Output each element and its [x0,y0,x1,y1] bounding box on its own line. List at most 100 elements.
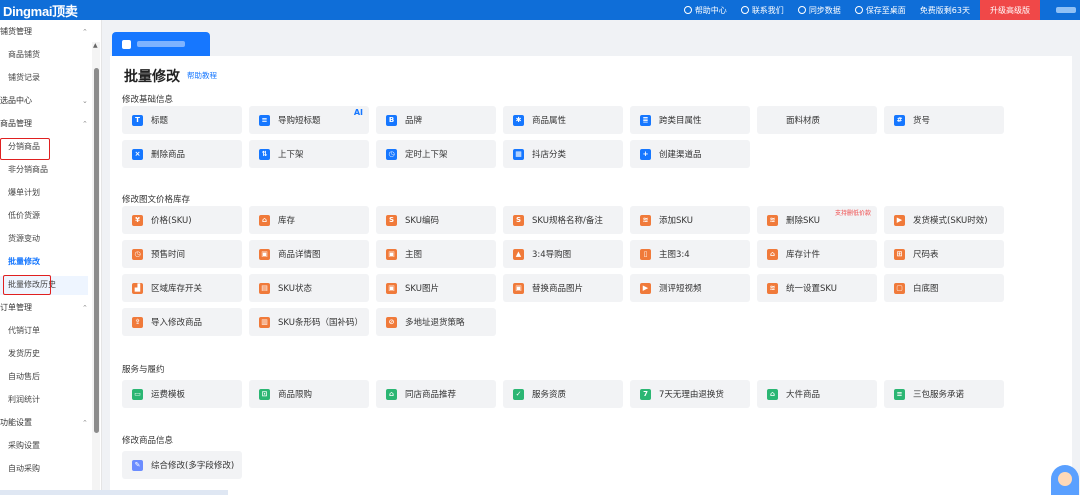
store-icon [122,39,131,49]
edit-option-card[interactable]: ▯ 主图3:4 [630,240,750,268]
edit-option-card[interactable]: T 标题 [122,106,242,134]
edit-option-card[interactable]: ▶ 测评短视频 [630,274,750,302]
topnav-item-4[interactable]: 免费版剩63天 [920,5,970,16]
edit-option-card[interactable]: ⊞ 尺码表 [884,240,1004,268]
edit-option-card[interactable]: ▢ 白底图 [884,274,1004,302]
edit-option-card[interactable]: 面料材质 [757,106,877,134]
edit-option-card[interactable]: ◷ 定时上下架 [376,140,496,168]
edit-option-card[interactable]: ▟ 区域库存开关 [122,274,242,302]
edit-option-card[interactable]: ⌂ 大件商品 [757,380,877,408]
edit-option-card[interactable]: ≋ 删除SKU 支持删低价款 [757,206,877,234]
sidebar-item[interactable]: 低价货源 [0,204,101,227]
edit-option-card[interactable]: ▣ SKU图片 [376,274,496,302]
sidebar-item[interactable]: 商品铺货 [0,43,101,66]
edit-option-card[interactable]: ✱ 商品属性 [503,106,623,134]
stock-icon: ⌂ [259,214,270,226]
scroll-up-arrow-icon[interactable]: ▲ [93,42,98,49]
edit-option-card[interactable]: ✓ 服务资质 [503,380,623,408]
edit-option-label: 库存 [278,216,296,226]
edit-option-label: 大件商品 [786,390,821,400]
edit-option-card[interactable]: ≋ 统一设置SKU [757,274,877,302]
edit-option-card[interactable]: ≡ 导购短标题 AI [249,106,369,134]
sidebar-label: 货源变动 [8,234,40,243]
sidebar-scrollbar-thumb[interactable] [94,68,99,433]
edit-option-card[interactable]: × 删除商品 [122,140,242,168]
batch-edit-panel: 批量修改 帮助教程 修改基础信息 T 标题 ≡ 导购短标题 AI B 品牌 ✱ 商品属性 ≣ 跨类目属… [110,56,1072,495]
sidebar-item[interactable]: 非分销商品 [0,158,101,181]
sidebar-item[interactable]: 采购设置 [0,434,101,457]
edit-option-card[interactable]: ▣ 主图 [376,240,496,268]
edit-option-label: 货号 [913,116,931,126]
edit-option-card[interactable]: 7 7天无理由退换货 [630,380,750,408]
support-avatar-icon[interactable] [1051,465,1079,495]
edit-option-card[interactable]: ⌂ 库存计件 [757,240,877,268]
top-nav: 帮助中心 联系我们 同步数据 保存至桌面 免费版剩63天 [670,0,970,20]
edit-option-card[interactable]: B 品牌 [376,106,496,134]
brand-icon: B [386,114,397,126]
edit-option-card[interactable]: + 创建渠道品 [630,140,750,168]
edit-option-label: 同店商品推荐 [405,390,457,400]
sidebar-item[interactable]: 爆单计划 [0,181,101,204]
edit-option-card[interactable]: ▭ 运费模板 [122,380,242,408]
edit-option-card[interactable]: ▤ SKU状态 [249,274,369,302]
edit-option-label: 商品限购 [278,390,313,400]
edit-option-label: 主图3:4 [659,250,690,260]
sidebar-group[interactable]: 选品中心 ⌄ [0,89,101,112]
edit-option-card[interactable]: ⊘ 多地址退货策略 [376,308,496,336]
edit-option-label: 面料材质 [786,116,821,126]
edit-option-card[interactable]: ⇅ 上下架 [249,140,369,168]
upgrade-button[interactable]: 升级高级版 [980,0,1040,20]
white-bg-image-icon: ▢ [894,282,905,294]
edit-option-card[interactable]: ✎ 综合修改(多字段修改) [122,451,242,479]
topnav-item-0[interactable]: 帮助中心 [683,5,727,16]
edit-option-card[interactable]: ⊡ 商品限购 [249,380,369,408]
edit-option-card[interactable]: ◷ 预售时间 [122,240,242,268]
topnav-item-2[interactable]: 同步数据 [797,5,841,16]
edit-option-card[interactable]: ⌂ 库存 [249,206,369,234]
category-icon: ▦ [513,148,524,160]
help-tutorial-link[interactable]: 帮助教程 [187,70,217,81]
sidebar-item[interactable]: 批量修改 [0,250,101,273]
edit-option-card[interactable]: ≋ 添加SKU [630,206,750,234]
edit-option-card[interactable]: ▲ 3:4导购图 [503,240,623,268]
edit-option-card[interactable]: ▥ SKU条形码（国补码） [249,308,369,336]
sidebar-group[interactable]: 订单管理 ⌃ [0,296,101,319]
edit-option-card[interactable]: ▣ 替换商品图片 [503,274,623,302]
sidebar-item[interactable]: 货源变动 [0,227,101,250]
sidebar-item[interactable]: 利润统计 [0,388,101,411]
edit-option-card[interactable]: S SKU编码 [376,206,496,234]
sidebar-item[interactable]: 铺货记录 [0,66,101,89]
sidebar-item[interactable]: 自动售后 [0,365,101,388]
sidebar-group[interactable]: 商品管理 ⌃ [0,112,101,135]
import-icon: ⇪ [132,316,143,328]
sidebar-group[interactable]: 功能设置 ⌃ [0,411,101,434]
edit-option-card[interactable]: ≡ 三包服务承诺 [884,380,1004,408]
edit-option-card[interactable]: ▣ 商品详情图 [249,240,369,268]
app-logo[interactable]: Dingmai顶卖 [0,1,78,20]
edit-option-card[interactable]: S SKU规格名称/备注 [503,206,623,234]
user-account[interactable] [1056,7,1076,13]
topnav-item-3[interactable]: 保存至桌面 [854,5,906,16]
edit-option-label: 上下架 [278,150,304,160]
refresh-icon [797,6,806,14]
edit-option-card[interactable]: ⌂ 同店商品推荐 [376,380,496,408]
sidebar-group[interactable]: 铺货管理 ⌃ [0,20,101,43]
edit-option-card[interactable]: ▦ 抖店分类 [503,140,623,168]
shipping-icon: ▶ [894,214,905,226]
edit-option-label: 多地址退货策略 [405,318,465,328]
edit-option-card[interactable]: ≣ 跨类目属性 [630,106,750,134]
tab-store[interactable] [112,32,210,56]
horizontal-scrollbar[interactable] [0,490,228,495]
sku-code-icon: S [386,214,397,226]
chevron-down-icon: ⌄ [82,96,88,105]
edit-option-card[interactable]: ▶ 发货模式(SKU时效) [884,206,1004,234]
sidebar-item[interactable]: 自动采购 [0,457,101,480]
channel-icon: + [640,148,651,160]
topnav-item-1[interactable]: 联系我们 [740,5,784,16]
sidebar-item[interactable]: 代销订单 [0,319,101,342]
edit-option-card[interactable]: # 货号 [884,106,1004,134]
edit-option-card[interactable]: ¥ 价格(SKU) [122,206,242,234]
sidebar-item[interactable]: 发货历史 [0,342,101,365]
edit-option-card[interactable]: ⇪ 导入修改商品 [122,308,242,336]
detail-image-icon: ▣ [259,248,270,260]
